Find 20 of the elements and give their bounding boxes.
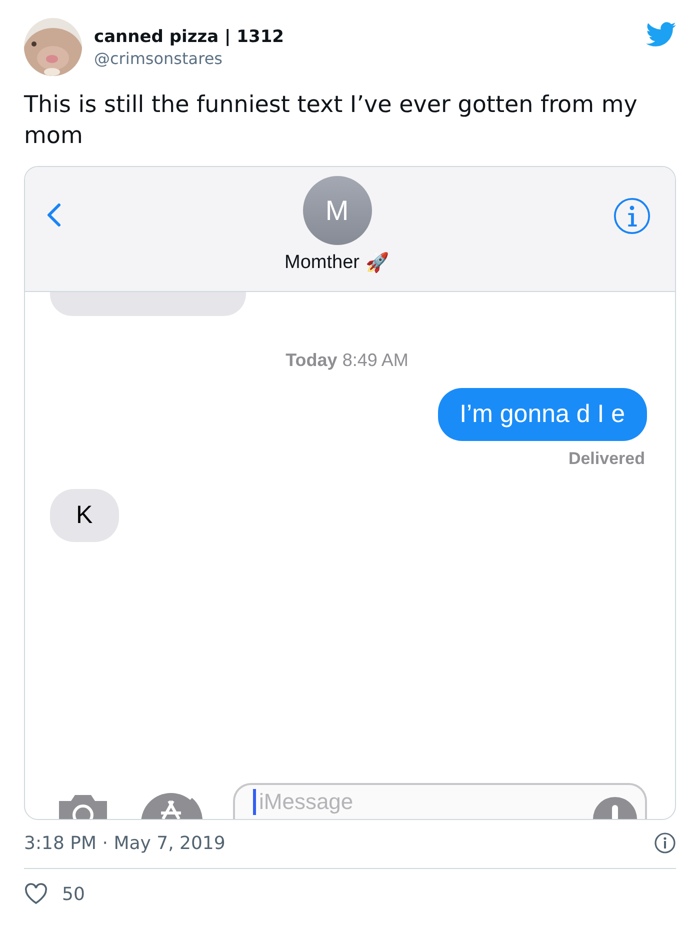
delivery-status: Delivered: [568, 449, 645, 469]
info-icon[interactable]: [613, 197, 651, 235]
heart-icon[interactable]: [24, 883, 48, 905]
message-timestamp: Today 8:49 AM: [284, 350, 410, 371]
tweet-timestamp: 3:18 PM · May 7, 2019: [24, 832, 226, 854]
message-input[interactable]: iMessage: [233, 783, 647, 819]
back-icon[interactable]: [47, 203, 61, 227]
bird-icon: [646, 22, 676, 47]
contact-name[interactable]: Momther: [284, 252, 360, 274]
like-count: 50: [62, 884, 85, 904]
message-bubble: K: [50, 489, 119, 542]
rocket-icon: 🚀: [365, 251, 390, 274]
message-bubble: I’m gonna d I e: [438, 388, 647, 441]
author-name: canned pizza | 1312: [94, 26, 285, 46]
tweet-text: This is still the funniest text I’ve ever gotten from my mom: [24, 91, 638, 151]
contact-avatar[interactable]: M: [302, 176, 372, 245]
info-icon[interactable]: [654, 832, 676, 854]
microphone-icon[interactable]: [593, 797, 637, 819]
app-store-icon[interactable]: [141, 793, 203, 819]
author-handle: @crimsonstares: [94, 48, 224, 68]
